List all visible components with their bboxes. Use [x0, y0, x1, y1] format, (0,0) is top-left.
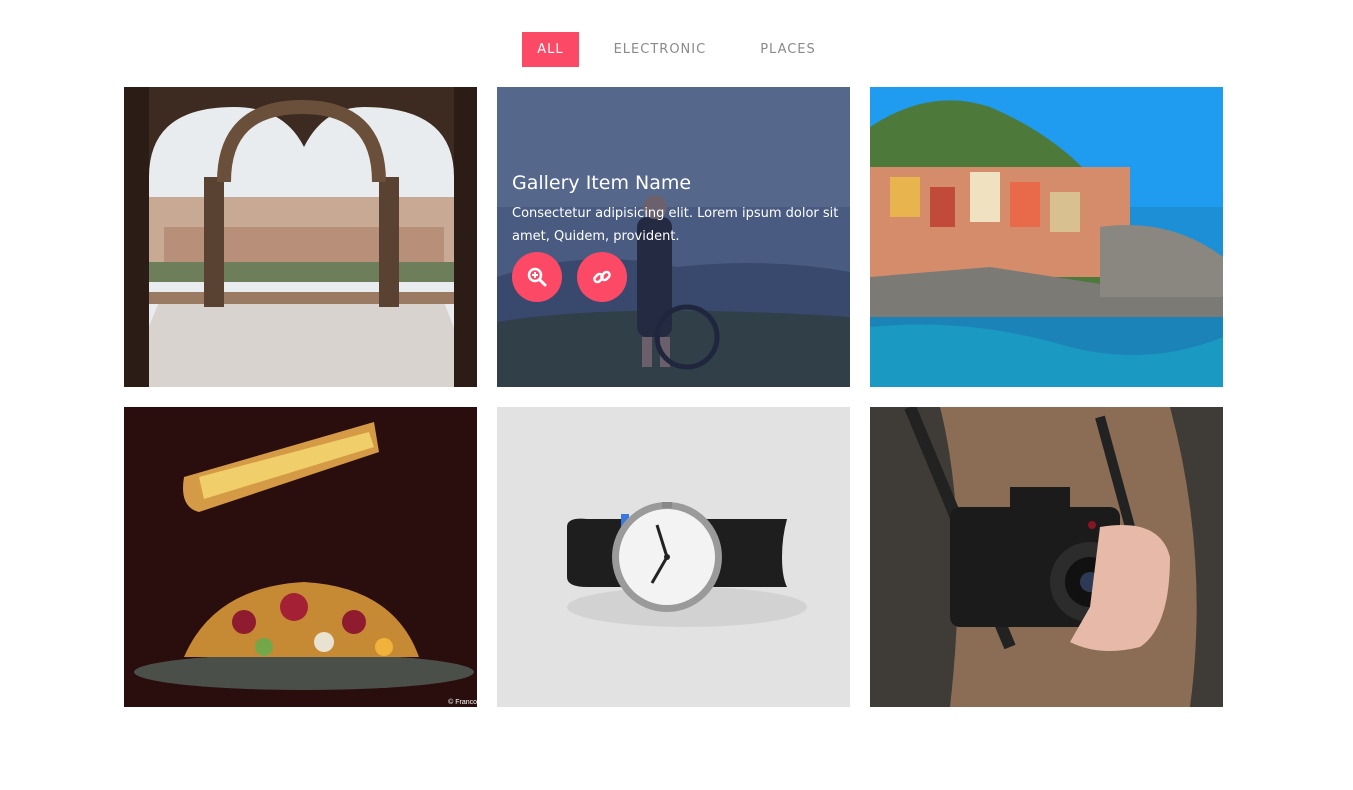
camera-image	[870, 407, 1223, 707]
overlay-actions	[512, 252, 842, 302]
gallery-item-palace[interactable]	[124, 87, 477, 387]
gallery-item-camera[interactable]	[870, 407, 1223, 707]
gallery-item-cyclist[interactable]: Gallery Item Name Consectetur adipisicin…	[497, 87, 850, 387]
link-button[interactable]	[577, 252, 627, 302]
link-icon	[593, 270, 611, 284]
village-image	[870, 87, 1223, 387]
filter-places[interactable]: PLACES	[745, 32, 831, 67]
gallery-item-watch[interactable]	[497, 407, 850, 707]
zoom-in-icon	[527, 267, 547, 287]
photo-credit: © Franco	[448, 699, 477, 706]
overlay-content: Gallery Item Name Consectetur adipisicin…	[512, 172, 842, 302]
filter-all[interactable]: ALL	[522, 32, 579, 67]
gallery-item-description: Consectetur adipisicing elit. Lorem ipsu…	[512, 206, 839, 244]
gallery-item-village[interactable]	[870, 87, 1223, 387]
filter-bar: ALL ELECTRONIC PLACES	[0, 32, 1353, 67]
palace-image	[124, 87, 477, 387]
watch-image	[497, 407, 850, 707]
gallery-item-title: Gallery Item Name	[512, 172, 692, 194]
gallery-item-food[interactable]: © Franco	[124, 407, 477, 707]
food-image	[124, 407, 477, 707]
filter-electronic[interactable]: ELECTRONIC	[599, 32, 722, 67]
zoom-button[interactable]	[512, 252, 562, 302]
